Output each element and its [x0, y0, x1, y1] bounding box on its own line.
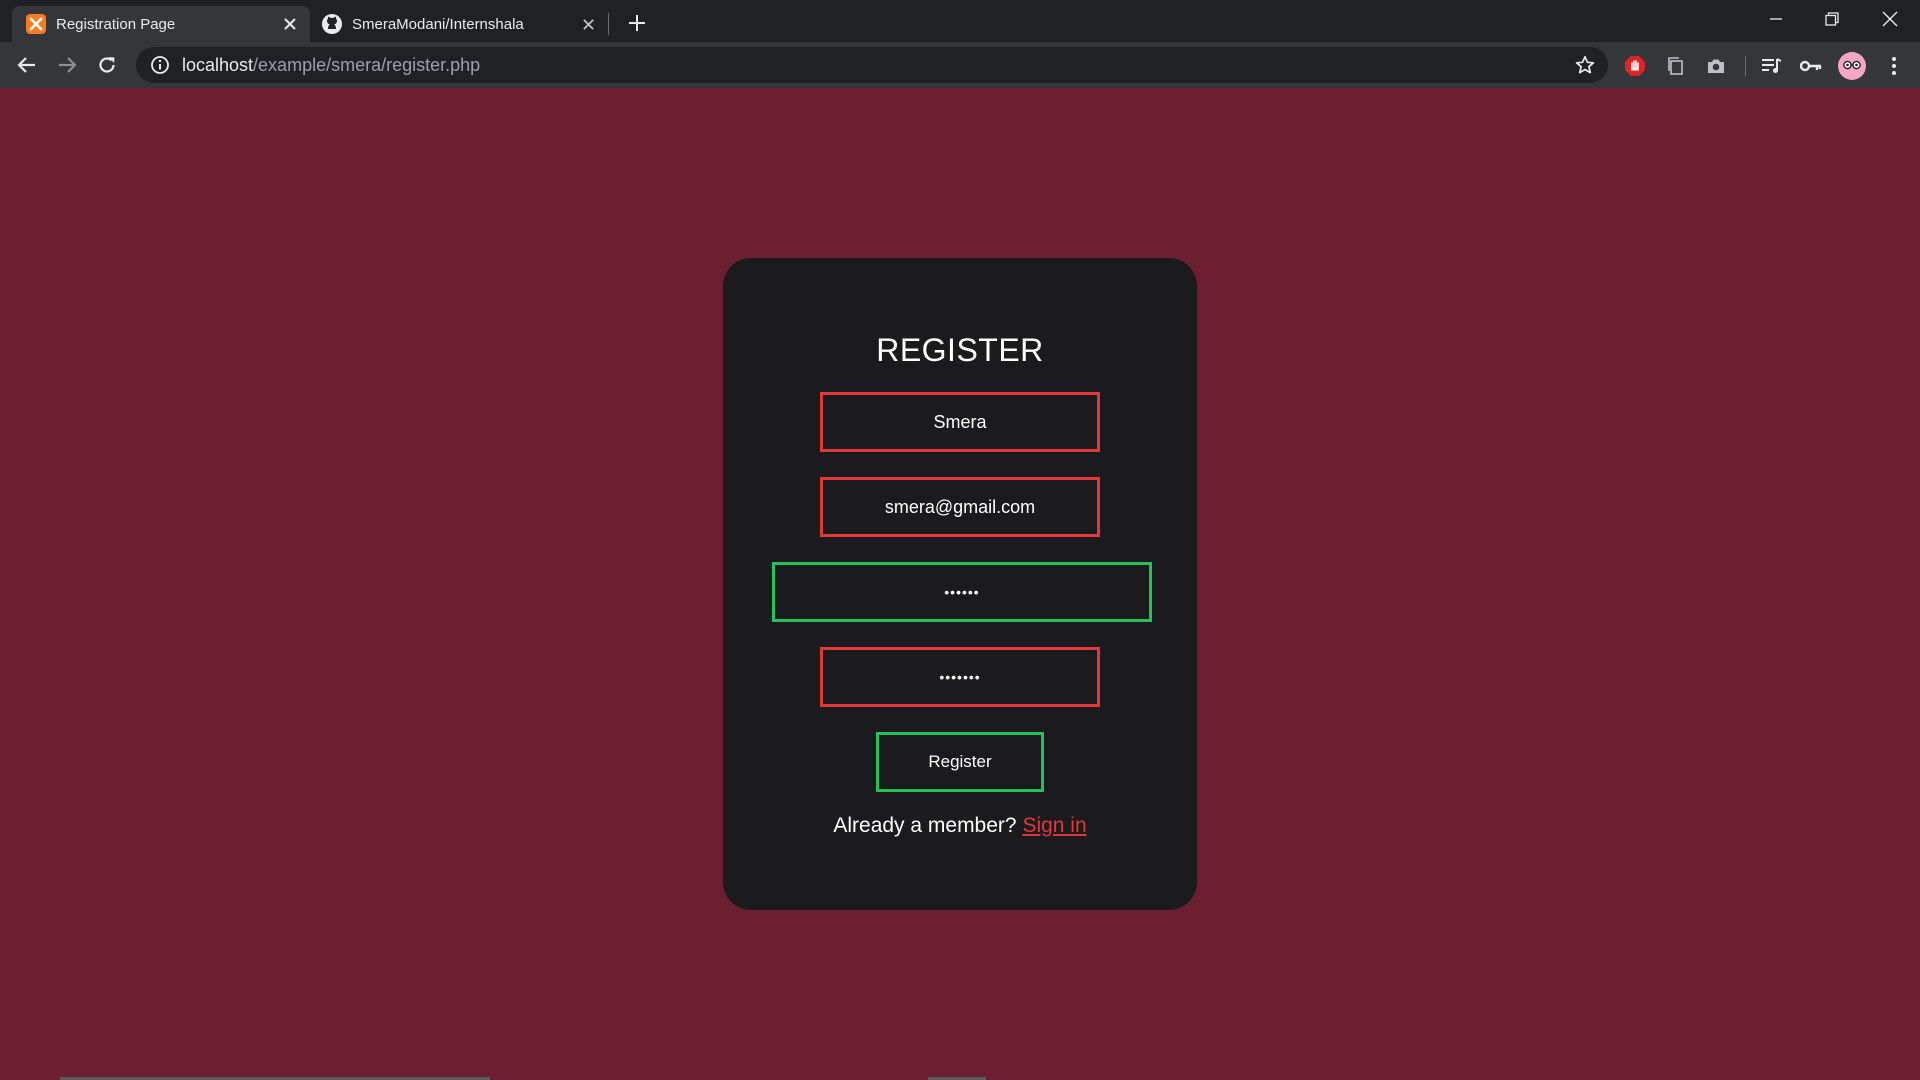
- close-icon: [1882, 11, 1898, 27]
- tab-strip: Registration Page SmeraModani/Internshal…: [0, 0, 1920, 42]
- close-tab-icon[interactable]: [278, 12, 302, 36]
- avatar-icon: [1838, 52, 1866, 80]
- plus-icon: [629, 15, 645, 31]
- minimize-button[interactable]: [1748, 0, 1804, 38]
- forward-button[interactable]: [51, 49, 83, 81]
- tab-title: Registration Page: [56, 15, 176, 33]
- url-path: /example/smera/register.php: [253, 54, 481, 75]
- page-title: REGISTER: [876, 332, 1044, 368]
- xampp-icon: [26, 14, 46, 34]
- signin-prompt: Already a member?: [833, 814, 1017, 837]
- browser-menu-button[interactable]: [1881, 53, 1907, 79]
- extension-adblock-button[interactable]: [1622, 53, 1648, 79]
- star-icon: [1575, 55, 1595, 74]
- tab-separator: [608, 13, 609, 35]
- reload-icon: [99, 57, 115, 73]
- more-vertical-icon: [1892, 57, 1896, 75]
- camera-icon: [1708, 59, 1724, 73]
- info-icon[interactable]: [150, 55, 170, 75]
- minimize-icon: [1770, 18, 1782, 20]
- username-field[interactable]: [820, 392, 1100, 452]
- toolbar-separator: [1745, 56, 1746, 76]
- extension-copy-button[interactable]: [1663, 53, 1689, 79]
- github-icon: [322, 14, 342, 34]
- signin-link[interactable]: Sign in: [1022, 814, 1086, 837]
- url-text: localhost/example/smera/register.php: [182, 55, 1570, 76]
- arrow-right-icon: [59, 57, 77, 73]
- browser-toolbar: localhost/example/smera/register.php: [0, 42, 1920, 88]
- close-window-button[interactable]: [1862, 0, 1918, 38]
- restore-icon: [1825, 12, 1839, 26]
- address-bar[interactable]: localhost/example/smera/register.php: [136, 47, 1608, 83]
- copy-icon: [1668, 57, 1683, 75]
- register-card: REGISTER Register Already a member? Sign…: [723, 258, 1197, 910]
- passwords-button[interactable]: [1798, 53, 1824, 79]
- back-button[interactable]: [11, 49, 43, 81]
- arrow-left-icon: [17, 57, 35, 73]
- close-tab-icon[interactable]: [576, 12, 600, 36]
- stop-hand-icon: [1625, 56, 1645, 76]
- playlist-icon: [1762, 58, 1782, 73]
- tab-title: SmeraModani/Internshala: [352, 15, 524, 33]
- new-tab-button[interactable]: [622, 8, 652, 38]
- extension-screenshot-button[interactable]: [1703, 53, 1729, 79]
- tab-github-internshala[interactable]: SmeraModani/Internshala: [312, 6, 608, 42]
- bookmark-star-button[interactable]: [1570, 50, 1600, 80]
- key-icon: [1800, 60, 1822, 72]
- email-field[interactable]: [820, 477, 1100, 537]
- profile-avatar[interactable]: [1838, 52, 1866, 80]
- tab-registration-page[interactable]: Registration Page: [12, 6, 310, 42]
- password-field[interactable]: [772, 562, 1152, 622]
- url-host: localhost: [182, 54, 254, 75]
- reload-button[interactable]: [91, 49, 123, 81]
- restore-button[interactable]: [1804, 0, 1860, 38]
- confirm-password-field[interactable]: [820, 647, 1100, 707]
- signin-prompt-line: Already a member? Sign in: [723, 814, 1197, 838]
- media-control-button[interactable]: [1758, 53, 1784, 79]
- register-button[interactable]: Register: [876, 732, 1044, 792]
